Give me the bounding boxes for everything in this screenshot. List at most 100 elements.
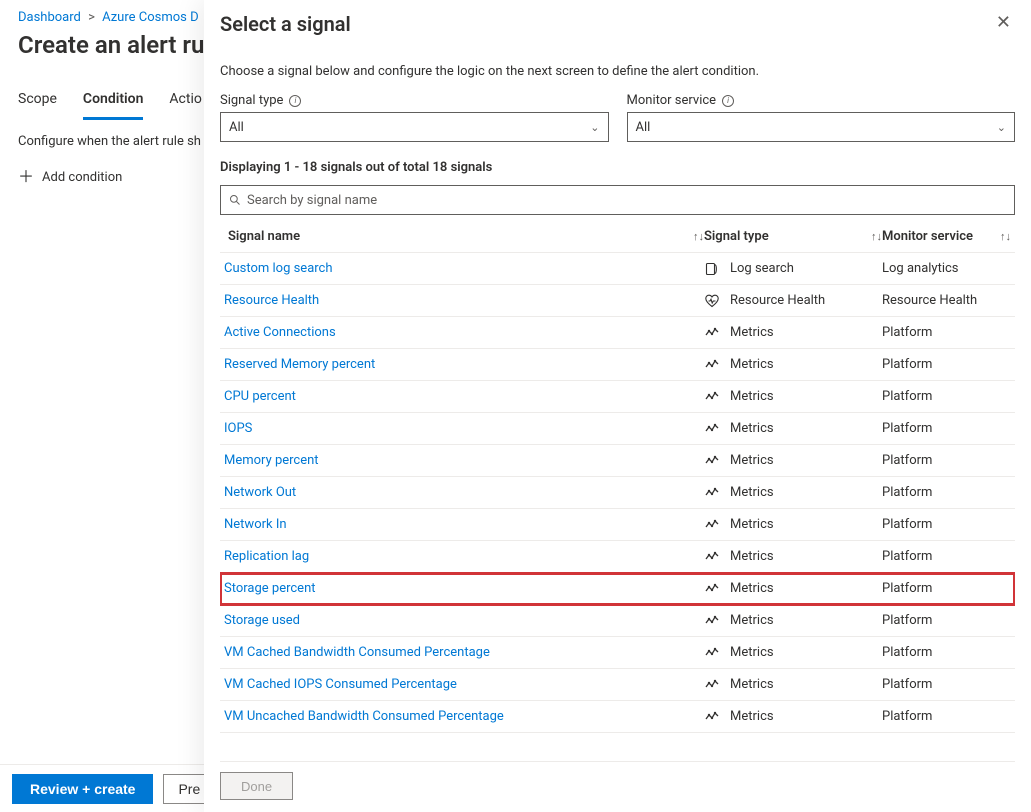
signal-type-cell: Metrics [704, 389, 882, 405]
signal-type-text: Metrics [730, 645, 774, 660]
done-button[interactable]: Done [220, 772, 293, 800]
signal-name-link[interactable]: IOPS [224, 421, 252, 436]
col-signal-name-label: Signal name [228, 229, 300, 244]
info-icon[interactable]: i [722, 95, 734, 107]
monitor-service-cell: Platform [882, 485, 1011, 500]
table-row[interactable]: Resource Health Resource Health Resource H… [220, 285, 1015, 317]
monitor-service-cell: Platform [882, 421, 1011, 436]
col-signal-type[interactable]: Signal type ↑↓ [704, 229, 882, 244]
signal-type-cell: Metrics [704, 613, 882, 629]
signal-type-text: Metrics [730, 325, 774, 340]
signal-name-link[interactable]: CPU percent [224, 389, 296, 404]
table-row[interactable]: Custom log search Log search Log analytics [220, 253, 1015, 285]
monitor-service-value: All [636, 120, 651, 135]
table-row[interactable]: Active ConnectionsMetricsPlatform [220, 317, 1015, 349]
monitor-service-select[interactable]: All ⌄ [627, 112, 1016, 142]
signal-name-link[interactable]: VM Cached IOPS Consumed Percentage [224, 677, 457, 692]
table-row[interactable]: Storage used Metrics Platform [220, 605, 1015, 637]
panel-footer: Done [220, 761, 1015, 812]
table-row[interactable]: VM Cached IOPS Consumed Percentage Metric… [220, 669, 1015, 701]
tab-condition[interactable]: Condition [83, 85, 144, 120]
metric-icon [704, 709, 720, 725]
signal-type-cell: Metrics [704, 677, 882, 693]
signal-name-link[interactable]: Custom log search [224, 261, 333, 276]
signal-type-select[interactable]: All ⌄ [220, 112, 609, 142]
monitor-service-cell: Platform [882, 389, 1011, 404]
metric-icon [704, 421, 720, 437]
signal-type-label-text: Signal type [220, 93, 283, 108]
breadcrumb-cosmos[interactable]: Azure Cosmos D [102, 10, 198, 25]
info-icon[interactable]: i [289, 95, 301, 107]
plus-icon: ＋ [18, 169, 34, 185]
monitor-service-cell: Platform [882, 709, 1011, 724]
signal-type-text: Metrics [730, 613, 774, 628]
table-row[interactable]: VM Uncached Bandwidth Consumed Percentag… [220, 701, 1015, 733]
signal-name-link[interactable]: Reserved Memory percent [224, 357, 375, 372]
table-row[interactable]: Reserved Memory percentMetricsPlatform [220, 349, 1015, 381]
search-box[interactable] [220, 185, 1015, 215]
signal-name-link[interactable]: Storage percent [224, 581, 316, 596]
add-condition-button[interactable]: ＋ Add condition [18, 165, 122, 189]
signal-name-link[interactable]: Network In [224, 517, 287, 532]
signal-name-link[interactable]: VM Uncached Bandwidth Consumed Percentag… [224, 709, 504, 724]
table-row[interactable]: Storage percentMetricsPlatform [220, 573, 1015, 605]
signal-type-text: Metrics [730, 357, 774, 372]
table-row[interactable]: Network Out Metrics Platform [220, 477, 1015, 509]
signal-type-cell: Metrics [704, 517, 882, 533]
signal-type-cell: Metrics [704, 453, 882, 469]
heart-icon [704, 293, 720, 309]
table-row[interactable]: Network In Metrics Platform [220, 509, 1015, 541]
monitor-service-cell: Platform [882, 453, 1011, 468]
signal-type-cell: Metrics [704, 485, 882, 501]
monitor-service-cell: Platform [882, 517, 1011, 532]
tab-actions[interactable]: Actio [169, 85, 201, 120]
monitor-service-cell: Platform [882, 581, 1011, 596]
signal-name-link[interactable]: Storage used [224, 613, 300, 628]
tab-scope[interactable]: Scope [18, 85, 57, 120]
result-count-text: Displaying 1 - 18 signals out of total 1… [220, 160, 1015, 175]
signal-name-link[interactable]: Replication lag [224, 549, 309, 564]
signal-type-label: Signal type i [220, 93, 609, 108]
table-row[interactable]: VM Cached Bandwidth Consumed Percentage M… [220, 637, 1015, 669]
metric-icon [704, 581, 720, 597]
signal-type-cell: Metrics [704, 357, 882, 373]
signal-name-link[interactable]: Resource Health [224, 293, 319, 308]
table-row[interactable]: CPU percent MetricsPlatform [220, 381, 1015, 413]
col-monitor-service[interactable]: Monitor service ↑↓ [882, 229, 1011, 244]
metric-icon [704, 325, 720, 341]
table-body: Custom log search Log search Log analytics… [220, 253, 1015, 733]
signal-type-cell: Metrics [704, 325, 882, 341]
table-row[interactable]: IOPSMetricsPlatform [220, 413, 1015, 445]
review-create-button[interactable]: Review + create [12, 774, 153, 804]
search-input[interactable] [247, 193, 1006, 208]
signal-type-text: Metrics [730, 485, 774, 500]
signal-name-link[interactable]: Network Out [224, 485, 296, 500]
signal-type-text: Metrics [730, 517, 774, 532]
signal-type-cell: Metrics [704, 549, 882, 565]
signal-type-text: Metrics [730, 453, 774, 468]
signal-name-link[interactable]: Active Connections [224, 325, 336, 340]
close-icon[interactable]: ✕ [992, 12, 1015, 34]
signal-name-link[interactable]: Memory percent [224, 453, 319, 468]
col-signal-name[interactable]: Signal name ↑↓ [224, 229, 704, 244]
monitor-service-cell: Resource Health [882, 293, 1011, 308]
signal-name-link[interactable]: VM Cached Bandwidth Consumed Percentage [224, 645, 490, 660]
chevron-down-icon: ⌄ [590, 121, 599, 134]
breadcrumb-dashboard[interactable]: Dashboard [18, 10, 81, 25]
signal-type-cell: Metrics [704, 709, 882, 725]
signal-type-cell: Log search [704, 261, 882, 277]
monitor-service-cell: Platform [882, 549, 1011, 564]
monitor-service-cell: Log analytics [882, 261, 1011, 276]
signal-type-text: Metrics [730, 677, 774, 692]
signal-type-text: Log search [730, 261, 794, 276]
breadcrumb-separator: > [84, 10, 99, 25]
table-row[interactable]: Memory percent Metrics Platform [220, 445, 1015, 477]
monitor-service-cell: Platform [882, 613, 1011, 628]
metric-icon [704, 549, 720, 565]
metric-icon [704, 357, 720, 373]
signal-type-cell: Metrics [704, 645, 882, 661]
chevron-down-icon: ⌄ [997, 121, 1006, 134]
signal-type-text: Resource Health [730, 293, 825, 308]
table-row[interactable]: Replication lag MetricsPlatform [220, 541, 1015, 573]
monitor-service-cell: Platform [882, 677, 1011, 692]
